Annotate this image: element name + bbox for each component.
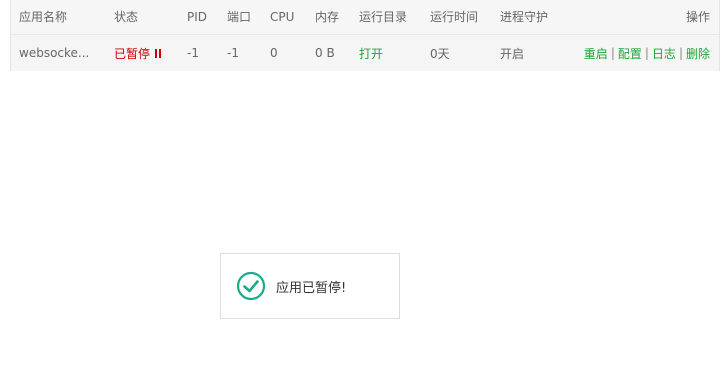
col-header-cpu: CPU	[270, 9, 295, 24]
port-value: -1	[227, 46, 239, 60]
separator: |	[644, 46, 649, 60]
col-header-run-dir: 运行目录	[359, 10, 408, 24]
col-header-pid: PID	[187, 9, 208, 24]
success-check-icon	[236, 271, 266, 301]
config-link[interactable]: 配置	[618, 45, 642, 62]
run-time-value: 0天	[430, 46, 450, 61]
pid-value: -1	[187, 46, 199, 60]
col-header-port: 端口	[227, 10, 252, 24]
restart-link[interactable]: 重启	[584, 45, 608, 62]
table-header: 应用名称 状态 PID 端口 CPU 内存 运行目录 运行时间 进程守护 操作	[11, 0, 719, 33]
row-actions: 重启 | 配置 | 日志 | 删除	[584, 35, 710, 71]
cpu-value: 0	[270, 46, 278, 60]
col-header-ops: 操作	[685, 10, 710, 24]
memory-value: 0 B	[315, 46, 335, 60]
status-text: 已暂停	[114, 46, 151, 61]
col-header-memory: 内存	[315, 10, 340, 24]
col-header-status: 状态	[114, 10, 139, 24]
col-header-guard: 进程守护	[500, 10, 549, 24]
toast-notification: 应用已暂停!	[220, 253, 400, 319]
log-link[interactable]: 日志	[652, 45, 676, 62]
col-header-name: 应用名称	[19, 10, 68, 24]
toast-message: 应用已暂停!	[276, 280, 347, 296]
delete-link[interactable]: 删除	[686, 45, 710, 62]
separator: |	[610, 46, 615, 60]
open-dir-link[interactable]: 打开	[359, 35, 383, 71]
app-name[interactable]: websocke...	[19, 35, 89, 71]
table-row: websocke... 已暂停 -1 -1 0 0 B 打开 0天 开启 重启 …	[11, 34, 719, 71]
status-toggle[interactable]: 已暂停	[114, 35, 162, 71]
col-header-run-time: 运行时间	[430, 10, 479, 24]
pause-icon	[155, 48, 162, 58]
app-table: 应用名称 状态 PID 端口 CPU 内存 运行目录 运行时间 进程守护 操作 …	[10, 0, 720, 71]
separator: |	[678, 46, 683, 60]
guard-value[interactable]: 开启	[500, 35, 524, 71]
